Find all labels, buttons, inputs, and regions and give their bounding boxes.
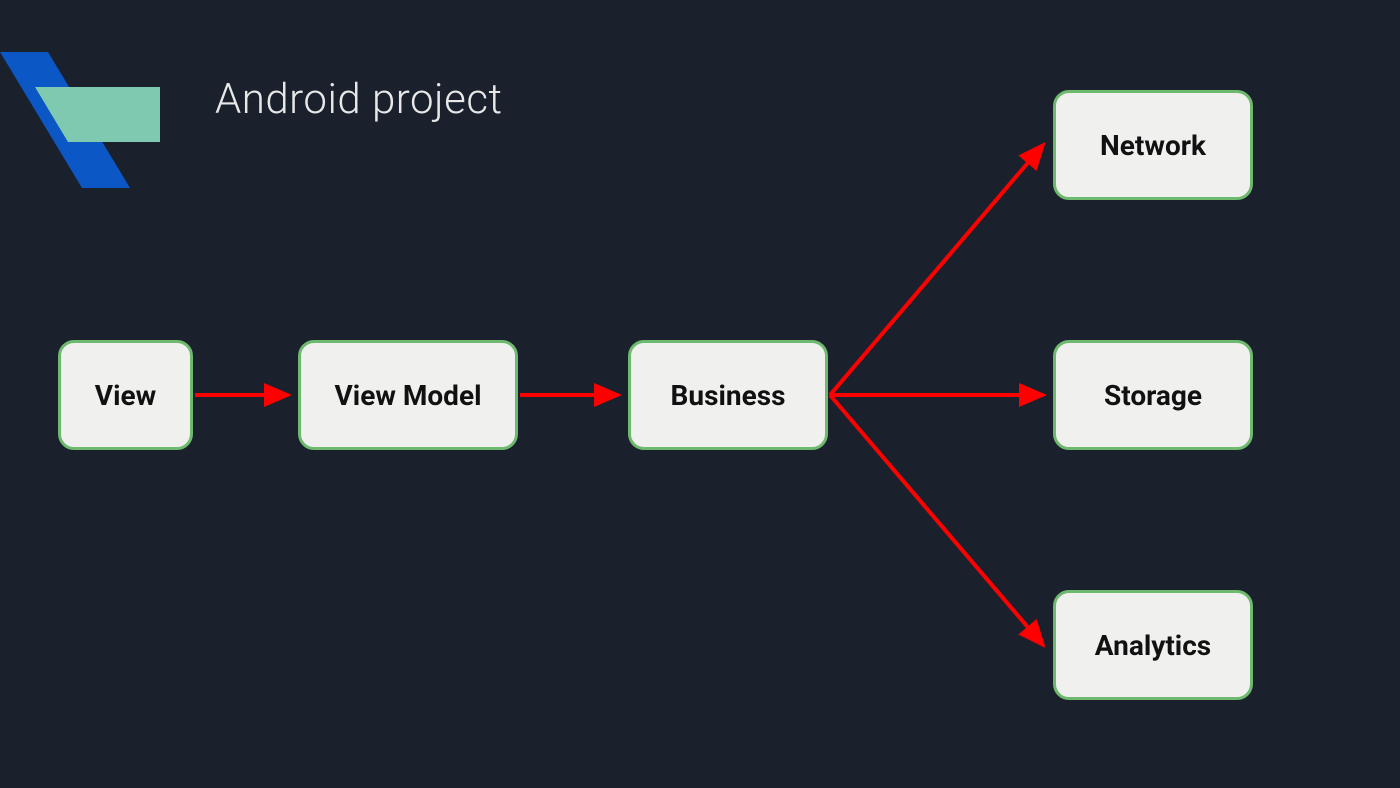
- corner-accent-icon: [0, 0, 200, 200]
- node-label: View Model: [335, 379, 482, 412]
- diagram-title: Android project: [215, 75, 503, 124]
- node-viewmodel: View Model: [298, 340, 518, 450]
- node-network: Network: [1053, 90, 1253, 200]
- node-label: Storage: [1104, 379, 1202, 412]
- node-label: View: [95, 379, 156, 412]
- node-label: Network: [1100, 129, 1206, 162]
- arrow-business-to-analytics: [830, 395, 1043, 645]
- node-storage: Storage: [1053, 340, 1253, 450]
- node-view: View: [58, 340, 193, 450]
- node-label: Business: [671, 379, 786, 412]
- node-analytics: Analytics: [1053, 590, 1253, 700]
- arrow-business-to-network: [830, 145, 1043, 395]
- node-business: Business: [628, 340, 828, 450]
- node-label: Analytics: [1095, 629, 1211, 662]
- diagram-canvas: Android project View View Model Business…: [0, 0, 1400, 788]
